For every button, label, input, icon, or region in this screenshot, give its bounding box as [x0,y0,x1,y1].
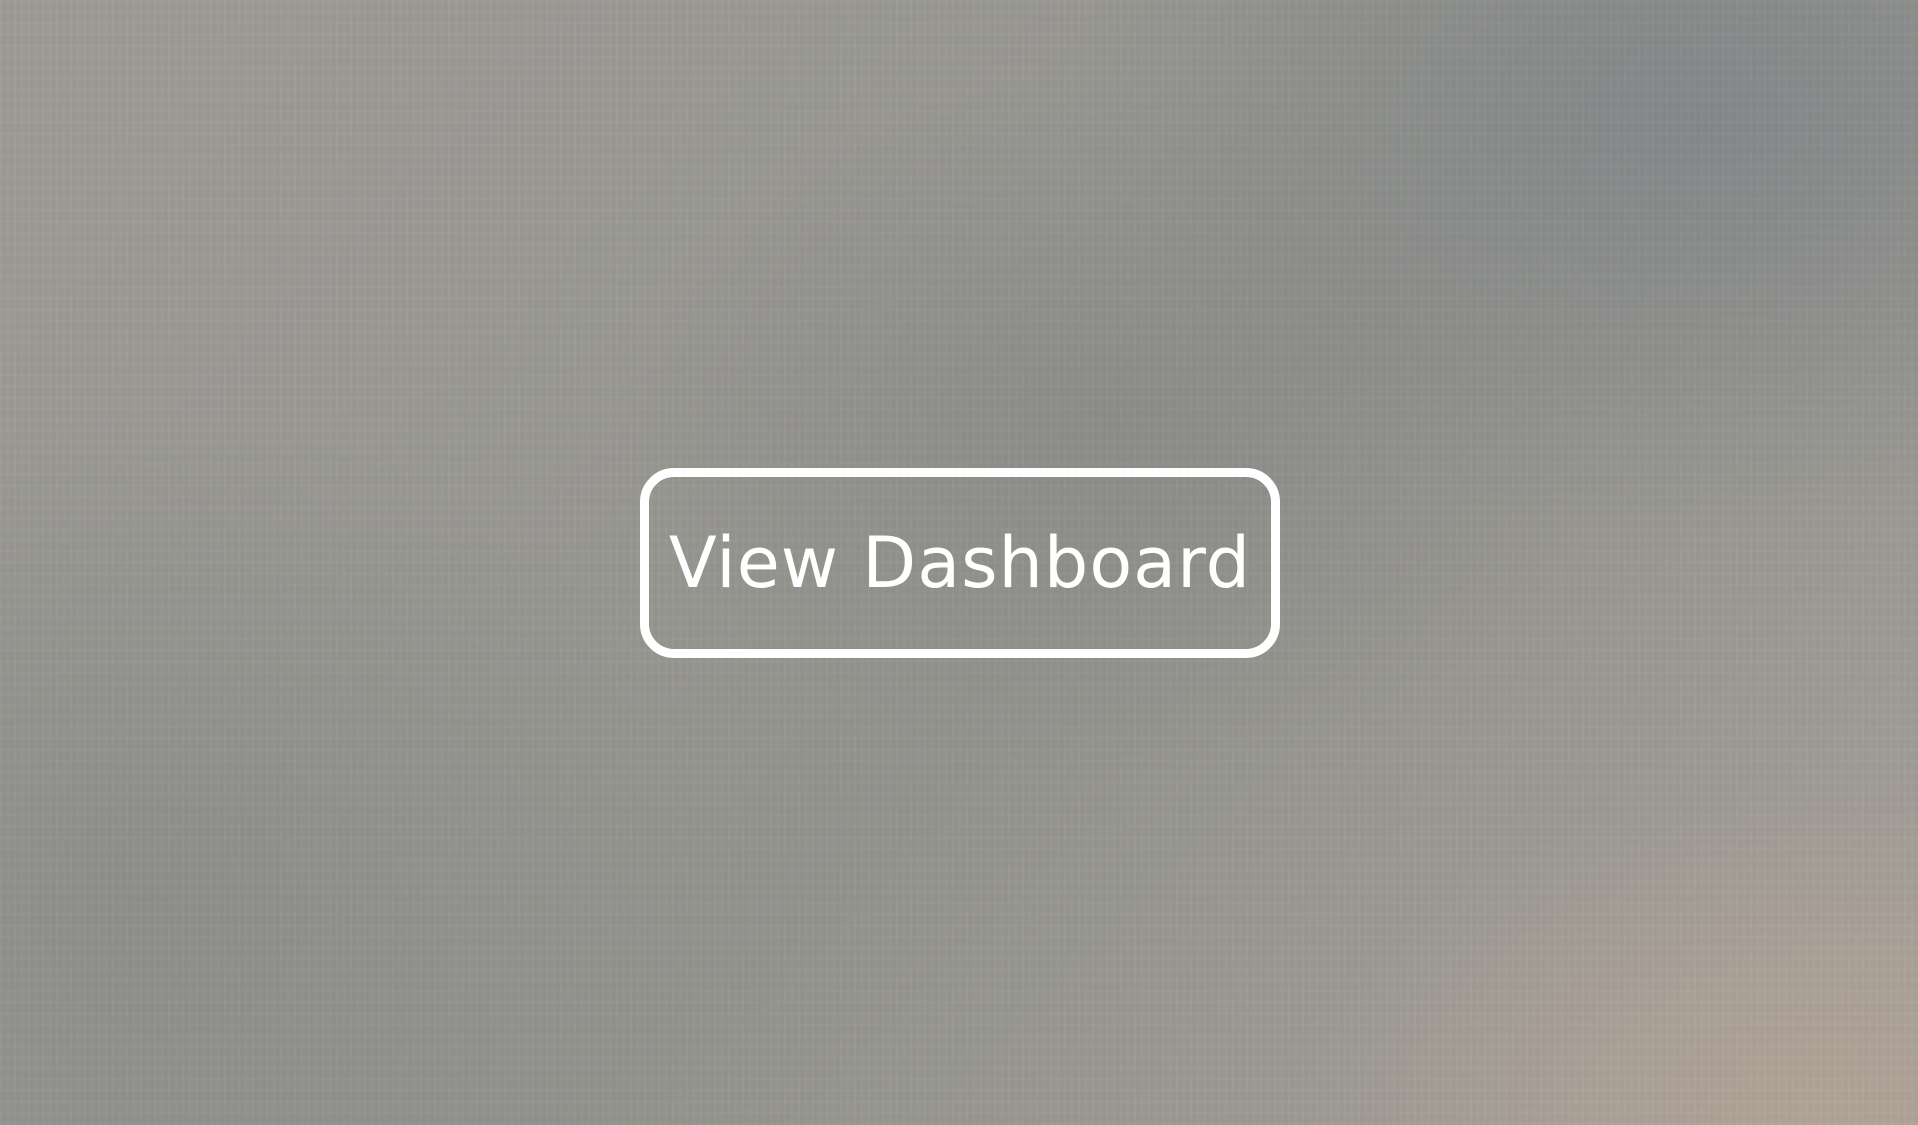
view-dashboard-button[interactable]: View Dashboard [640,468,1280,658]
view-dashboard-label: View Dashboard [668,522,1252,604]
